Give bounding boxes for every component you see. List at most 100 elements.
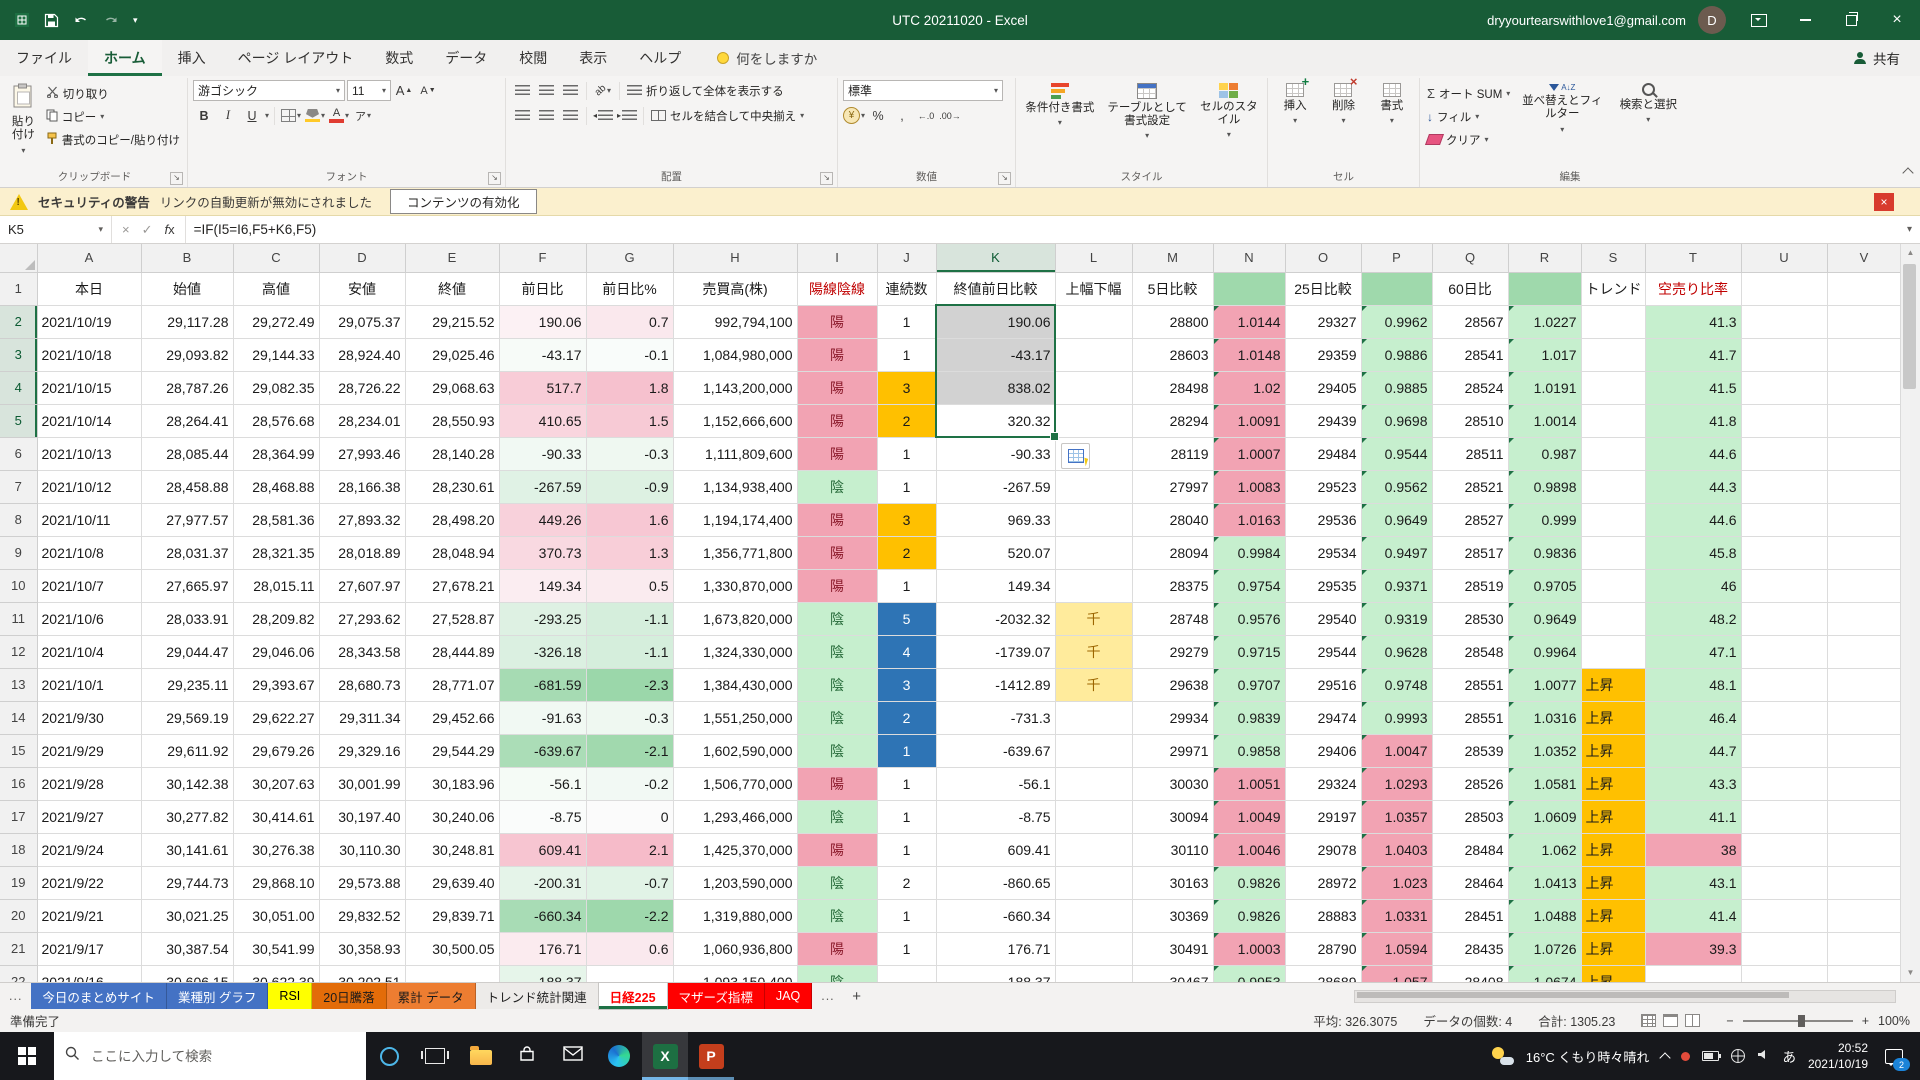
- cell-H17[interactable]: 1,293,466,000: [673, 800, 797, 833]
- sheet-tab-トレンド統計関連[interactable]: トレンド統計関連: [476, 983, 599, 1009]
- tray-status-icon[interactable]: [1681, 1052, 1690, 1061]
- cell-H14[interactable]: 1,551,250,000: [673, 701, 797, 734]
- cell-M21[interactable]: 30491: [1132, 932, 1213, 965]
- taskbar-search[interactable]: [54, 1032, 366, 1080]
- cell-K13[interactable]: -1412.89: [936, 668, 1055, 701]
- cell-M16[interactable]: 30030: [1132, 767, 1213, 800]
- cell-B15[interactable]: 29,611.92: [141, 734, 233, 767]
- cell-J1[interactable]: 連続数: [877, 272, 936, 305]
- cell-R16[interactable]: 1.0581: [1508, 767, 1581, 800]
- cell-Q2[interactable]: 28567: [1432, 305, 1508, 338]
- cell-B22[interactable]: 30,606.15: [141, 965, 233, 982]
- taskbar-clock[interactable]: 20:52 2021/10/19: [1808, 1040, 1868, 1072]
- close-button[interactable]: ×: [1874, 0, 1920, 40]
- cell-E7[interactable]: 28,230.61: [405, 470, 499, 503]
- cell-C12[interactable]: 29,046.06: [233, 635, 319, 668]
- cell-D9[interactable]: 28,018.89: [319, 536, 405, 569]
- cell-G4[interactable]: 1.8: [586, 371, 673, 404]
- sheet-nav-left-icon[interactable]: ...: [0, 983, 31, 1009]
- row-header-21[interactable]: 21: [0, 932, 37, 965]
- cell-J5[interactable]: 2: [877, 404, 936, 437]
- cell-H12[interactable]: 1,324,330,000: [673, 635, 797, 668]
- cell-J15[interactable]: 1: [877, 734, 936, 767]
- cell-B3[interactable]: 29,093.82: [141, 338, 233, 371]
- row-header-20[interactable]: 20: [0, 899, 37, 932]
- cell-U20[interactable]: [1741, 899, 1827, 932]
- cell-U9[interactable]: [1741, 536, 1827, 569]
- cell-I8[interactable]: 陽: [797, 503, 877, 536]
- sheet-tab-overflow-icon[interactable]: ...: [812, 983, 843, 1009]
- cut-button[interactable]: 切り取り: [44, 83, 182, 104]
- font-family-select[interactable]: 游ゴシック▾: [193, 80, 345, 101]
- cell-K16[interactable]: -56.1: [936, 767, 1055, 800]
- cell-G19[interactable]: -0.7: [586, 866, 673, 899]
- cell-R20[interactable]: 1.0488: [1508, 899, 1581, 932]
- cell-A12[interactable]: 2021/10/4: [37, 635, 141, 668]
- ribbon-tab-校閲[interactable]: 校閲: [503, 40, 563, 76]
- horizontal-scrollbar[interactable]: [1354, 990, 1896, 1003]
- cell-B8[interactable]: 27,977.57: [141, 503, 233, 536]
- ribbon-tab-挿入[interactable]: 挿入: [162, 40, 222, 76]
- accounting-format-button[interactable]: ¥▾: [843, 105, 865, 126]
- align-center-button[interactable]: [535, 105, 557, 126]
- copy-button[interactable]: コピー▾: [44, 106, 182, 127]
- cell-C2[interactable]: 29,272.49: [233, 305, 319, 338]
- cell-E11[interactable]: 27,528.87: [405, 602, 499, 635]
- cell-K6[interactable]: -90.33: [936, 437, 1055, 470]
- column-header-T[interactable]: T: [1645, 244, 1741, 272]
- cell-Q6[interactable]: 28511: [1432, 437, 1508, 470]
- cell-D18[interactable]: 30,110.30: [319, 833, 405, 866]
- row-header-8[interactable]: 8: [0, 503, 37, 536]
- font-color-button[interactable]: A▾: [328, 105, 350, 126]
- cell-P12[interactable]: 0.9628: [1361, 635, 1432, 668]
- cell-K14[interactable]: -731.3: [936, 701, 1055, 734]
- cell-N3[interactable]: 1.0148: [1213, 338, 1285, 371]
- cell-I13[interactable]: 陰: [797, 668, 877, 701]
- cell-F4[interactable]: 517.7: [499, 371, 586, 404]
- row-header-13[interactable]: 13: [0, 668, 37, 701]
- cell-T9[interactable]: 45.8: [1645, 536, 1741, 569]
- cell-P1[interactable]: [1361, 272, 1432, 305]
- cell-C5[interactable]: 28,576.68: [233, 404, 319, 437]
- cell-L11[interactable]: 千: [1055, 602, 1132, 635]
- cell-G11[interactable]: -1.1: [586, 602, 673, 635]
- cell-A20[interactable]: 2021/9/21: [37, 899, 141, 932]
- cell-V11[interactable]: [1827, 602, 1901, 635]
- cell-I16[interactable]: 陽: [797, 767, 877, 800]
- cell-N22[interactable]: 0.9953: [1213, 965, 1285, 982]
- cell-J7[interactable]: 1: [877, 470, 936, 503]
- cell-H11[interactable]: 1,673,820,000: [673, 602, 797, 635]
- cell-F14[interactable]: -91.63: [499, 701, 586, 734]
- cell-R1[interactable]: [1508, 272, 1581, 305]
- cell-I1[interactable]: 陽線陰線: [797, 272, 877, 305]
- cell-H10[interactable]: 1,330,870,000: [673, 569, 797, 602]
- new-sheet-button[interactable]: +: [844, 983, 870, 1009]
- cell-H4[interactable]: 1,143,200,000: [673, 371, 797, 404]
- cell-S8[interactable]: [1581, 503, 1645, 536]
- decrease-decimal-button[interactable]: .00→: [939, 105, 961, 126]
- cell-N10[interactable]: 0.9754: [1213, 569, 1285, 602]
- cell-P21[interactable]: 1.0594: [1361, 932, 1432, 965]
- cell-N20[interactable]: 0.9826: [1213, 899, 1285, 932]
- cell-F10[interactable]: 149.34: [499, 569, 586, 602]
- cell-E14[interactable]: 29,452.66: [405, 701, 499, 734]
- cell-T14[interactable]: 46.4: [1645, 701, 1741, 734]
- column-header-I[interactable]: I: [797, 244, 877, 272]
- cell-C10[interactable]: 28,015.11: [233, 569, 319, 602]
- cell-A2[interactable]: 2021/10/19: [37, 305, 141, 338]
- cell-I21[interactable]: 陽: [797, 932, 877, 965]
- cell-G6[interactable]: -0.3: [586, 437, 673, 470]
- cell-F7[interactable]: -267.59: [499, 470, 586, 503]
- cell-P16[interactable]: 1.0293: [1361, 767, 1432, 800]
- cell-I14[interactable]: 陰: [797, 701, 877, 734]
- sheet-tab-業種別 グラフ[interactable]: 業種別 グラフ: [167, 983, 268, 1009]
- cell-E6[interactable]: 28,140.28: [405, 437, 499, 470]
- cell-B16[interactable]: 30,142.38: [141, 767, 233, 800]
- search-input[interactable]: [89, 1048, 355, 1065]
- battery-icon[interactable]: [1702, 1051, 1719, 1061]
- cell-S13[interactable]: 上昇: [1581, 668, 1645, 701]
- decrease-indent-button[interactable]: ◂: [592, 105, 614, 126]
- cell-Q4[interactable]: 28524: [1432, 371, 1508, 404]
- cell-O4[interactable]: 29405: [1285, 371, 1361, 404]
- tell-me-box[interactable]: 何をしますか: [717, 40, 817, 76]
